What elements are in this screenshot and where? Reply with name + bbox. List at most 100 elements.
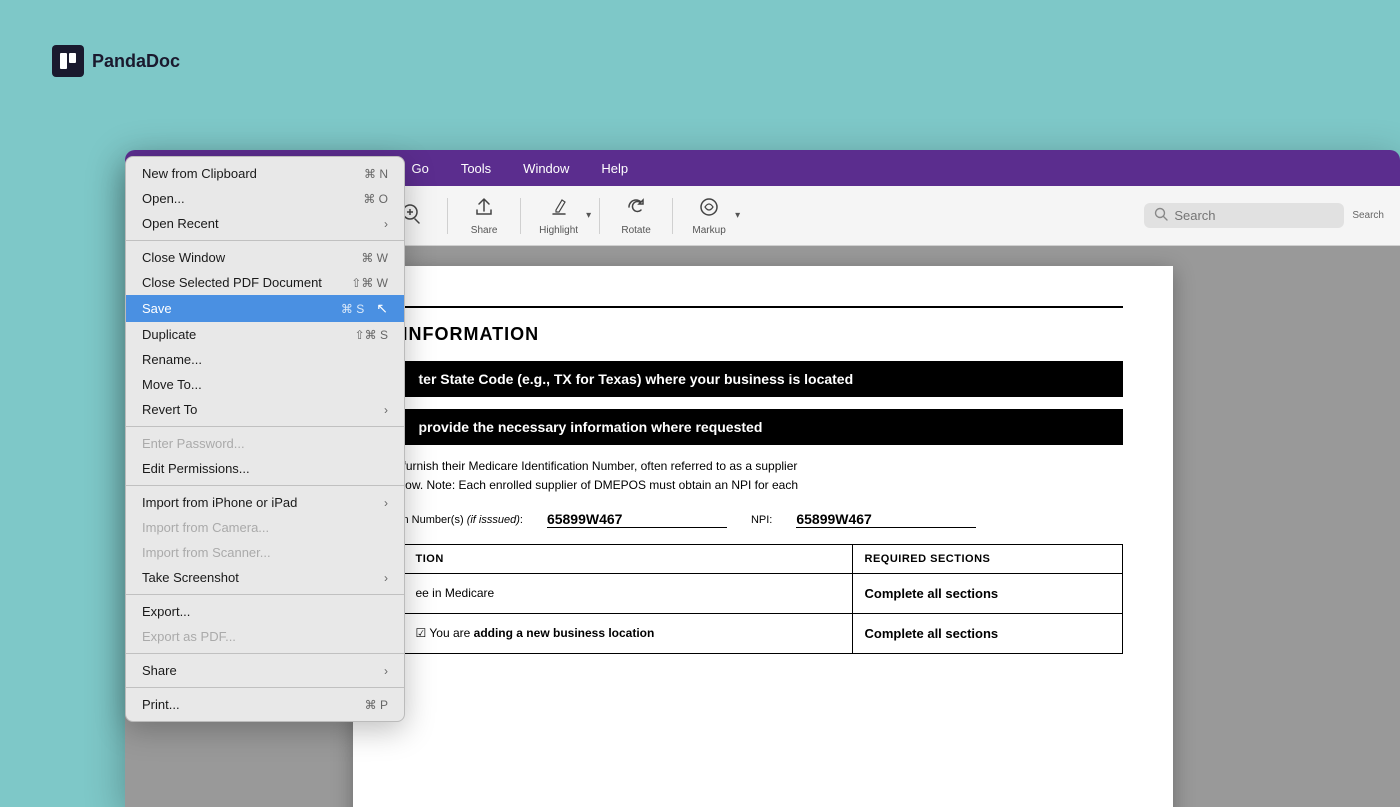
search-label: Search <box>1352 210 1384 221</box>
highlight-icon <box>548 196 570 223</box>
menu-item-import-iphone-ipad-label: Import from iPhone or iPad <box>142 495 297 510</box>
menu-separator-6 <box>126 687 404 688</box>
table-cell-2-1: ☑ You are adding a new business location <box>403 614 852 654</box>
menu-item-save-shortcut: ⌘ S <box>341 302 364 316</box>
menu-item-duplicate[interactable]: Duplicate ⇧⌘ S <box>126 322 404 347</box>
toolbar-divider-4 <box>599 198 600 234</box>
toolbar-divider-3 <box>520 198 521 234</box>
menu-item-export-as-pdf-label: Export as PDF... <box>142 629 236 644</box>
menu-item-open-recent-label: Open Recent <box>142 216 219 231</box>
menu-item-save-label: Save <box>142 301 172 316</box>
pdf-section-title: INFORMATION <box>403 324 1123 345</box>
search-icon <box>1154 207 1168 224</box>
menu-item-new-from-clipboard-shortcut: ⌘ N <box>364 167 388 181</box>
menu-item-close-window-label: Close Window <box>142 250 225 265</box>
menu-item-open[interactable]: Open... ⌘ O <box>126 186 404 211</box>
table-row: ☑ You are adding a new business location… <box>403 614 1122 654</box>
revert-to-arrow-icon: › <box>384 403 388 417</box>
menu-window[interactable]: Window <box>517 159 575 178</box>
toolbar-divider-2 <box>447 198 448 234</box>
pdf-field-row: n Number(s) (if isssued): 65899W467 NPI:… <box>403 511 1123 528</box>
table-header-2: REQUIRED SECTIONS <box>852 545 1122 574</box>
menu-item-import-camera: Import from Camera... <box>126 515 404 540</box>
highlight-label: Highlight <box>539 225 578 236</box>
rotate-button[interactable]: Rotate <box>608 192 664 240</box>
menu-item-close-selected-pdf-label: Close Selected PDF Document <box>142 275 322 290</box>
menu-item-take-screenshot[interactable]: Take Screenshot › <box>126 565 404 590</box>
menu-item-move-to[interactable]: Move To... <box>126 372 404 397</box>
table-header-1: TION <box>403 545 852 574</box>
rotate-label: Rotate <box>621 225 650 236</box>
share-arrow-icon: › <box>384 664 388 678</box>
import-iphone-arrow-icon: › <box>384 496 388 510</box>
menu-item-edit-permissions[interactable]: Edit Permissions... <box>126 456 404 481</box>
markup-icon <box>698 196 720 223</box>
take-screenshot-arrow-icon: › <box>384 571 388 585</box>
menu-item-open-shortcut: ⌘ O <box>363 192 388 206</box>
menu-separator-3 <box>126 485 404 486</box>
menu-go[interactable]: Go <box>405 159 434 178</box>
menu-item-move-to-label: Move To... <box>142 377 202 392</box>
open-recent-arrow-icon: › <box>384 217 388 231</box>
file-dropdown-menu: New from Clipboard ⌘ N Open... ⌘ O Open … <box>125 156 405 722</box>
menu-item-print[interactable]: Print... ⌘ P <box>126 692 404 717</box>
menu-separator-4 <box>126 594 404 595</box>
menu-item-save[interactable]: Save ⌘ S ↖ <box>126 295 404 322</box>
menu-separator-1 <box>126 240 404 241</box>
table-cell-2-2: Complete all sections <box>852 614 1122 654</box>
menu-item-open-label: Open... <box>142 191 185 206</box>
menu-item-print-label: Print... <box>142 697 180 712</box>
menu-item-import-camera-label: Import from Camera... <box>142 520 269 535</box>
menu-item-import-scanner-label: Import from Scanner... <box>142 545 271 560</box>
toolbar-divider-5 <box>672 198 673 234</box>
share-icon <box>473 196 495 223</box>
menu-item-open-recent[interactable]: Open Recent › <box>126 211 404 236</box>
highlight-dropdown-arrow[interactable]: ▾ <box>586 210 591 221</box>
menu-help[interactable]: Help <box>595 159 634 178</box>
rotate-icon <box>625 196 647 223</box>
menu-item-duplicate-shortcut: ⇧⌘ S <box>355 328 388 342</box>
menu-item-revert-to[interactable]: Revert To › <box>126 397 404 422</box>
pdf-document: INFORMATION ter State Code (e.g., TX for… <box>353 266 1173 807</box>
menu-tools[interactable]: Tools <box>455 159 497 178</box>
menu-item-new-from-clipboard-label: New from Clipboard <box>142 166 257 181</box>
menu-item-close-window[interactable]: Close Window ⌘ W <box>126 245 404 270</box>
menu-item-edit-permissions-label: Edit Permissions... <box>142 461 250 476</box>
table-cell-1-1: ee in Medicare <box>403 574 852 614</box>
search-input[interactable] <box>1174 208 1314 223</box>
menu-item-close-selected-pdf-shortcut: ⇧⌘ W <box>351 276 388 290</box>
menu-separator-5 <box>126 653 404 654</box>
table-row: ee in Medicare Complete all sections <box>403 574 1122 614</box>
menu-item-import-iphone-ipad[interactable]: Import from iPhone or iPad › <box>126 490 404 515</box>
field2-value: 65899W467 <box>796 511 976 528</box>
pdf-state-code-bar: ter State Code (e.g., TX for Texas) wher… <box>403 361 1123 397</box>
pandadoc-logo: PandaDoc <box>52 45 180 77</box>
table-cell-1-2: Complete all sections <box>852 574 1122 614</box>
pandadoc-icon <box>52 45 84 77</box>
menu-item-enter-password: Enter Password... <box>126 431 404 456</box>
menu-item-new-from-clipboard[interactable]: New from Clipboard ⌘ N <box>126 161 404 186</box>
menu-item-rename[interactable]: Rename... <box>126 347 404 372</box>
pdf-instruction-bar: provide the necessary information where … <box>403 409 1123 445</box>
menu-item-import-scanner: Import from Scanner... <box>126 540 404 565</box>
pdf-body-text: furnish their Medicare Identification Nu… <box>403 457 1123 495</box>
pandadoc-text: PandaDoc <box>92 51 180 72</box>
field2-label: NPI: <box>751 514 772 526</box>
menu-item-enter-password-label: Enter Password... <box>142 436 245 451</box>
field1-label: n Number(s) (if isssued): <box>403 514 523 526</box>
menu-item-share[interactable]: Share › <box>126 658 404 683</box>
pdf-top-line <box>403 306 1123 308</box>
markup-button[interactable]: Markup <box>681 192 737 240</box>
highlight-button[interactable]: Highlight <box>529 192 588 240</box>
menu-item-share-label: Share <box>142 663 177 678</box>
menu-item-close-selected-pdf[interactable]: Close Selected PDF Document ⇧⌘ W <box>126 270 404 295</box>
pdf-table: TION REQUIRED SECTIONS ee in Medicare Co… <box>403 544 1123 654</box>
markup-dropdown-arrow[interactable]: ▾ <box>735 210 740 221</box>
menu-item-close-window-shortcut: ⌘ W <box>361 251 388 265</box>
share-button[interactable]: Share <box>456 192 512 240</box>
search-field[interactable] <box>1144 203 1344 228</box>
menu-item-print-shortcut: ⌘ P <box>365 698 388 712</box>
menu-item-export[interactable]: Export... <box>126 599 404 624</box>
menu-item-export-as-pdf: Export as PDF... <box>126 624 404 649</box>
share-label: Share <box>471 225 498 236</box>
